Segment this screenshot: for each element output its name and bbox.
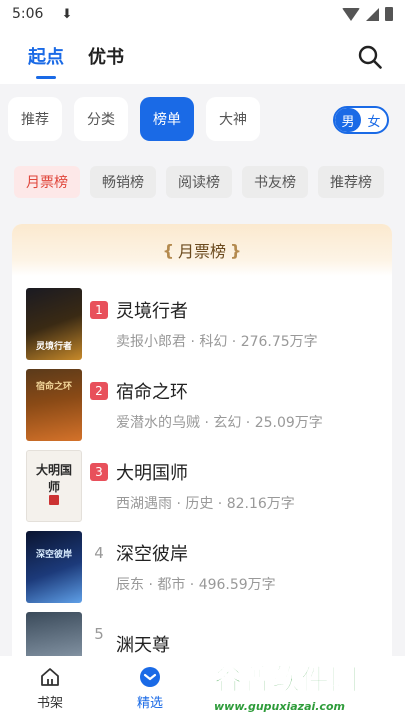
book-title: 大明国师 [116, 463, 188, 484]
book-cover: 深空彼岸 [26, 531, 82, 603]
gender-male[interactable]: 男 [335, 108, 361, 132]
top-nav: 起点 优书 [0, 28, 405, 84]
home-icon [41, 667, 59, 686]
cover-title: 深空彼岸 [35, 550, 72, 560]
book-title: 灵境行者 [116, 301, 188, 322]
rank-tabs: 月票榜 畅销榜 阅读榜 书友榜 推荐榜 [0, 166, 405, 200]
watermark-url: www.gupuxiazai.com [214, 700, 345, 713]
download-icon: ⬇ [61, 6, 73, 22]
rank-tab-monthly[interactable]: 月票榜 [14, 166, 80, 198]
gender-female[interactable]: 女 [361, 108, 387, 132]
rank-tab-recommend[interactable]: 推荐榜 [318, 166, 384, 198]
rank-badge: 1 [90, 301, 108, 319]
tab-qidian[interactable]: 起点 [28, 43, 64, 79]
gender-toggle[interactable]: 男 女 [333, 106, 389, 134]
status-time: 5:06 [12, 6, 44, 22]
cover-seal [49, 495, 59, 505]
book-cover: 大明国师 [26, 450, 82, 522]
book-title: 宿命之环 [116, 382, 188, 403]
nav-bookshelf[interactable]: 书架 [0, 656, 100, 720]
status-bar: 5:06 ⬇ [0, 0, 405, 28]
board-title: 月票榜 [177, 242, 226, 261]
rank-number: 4 [94, 544, 104, 562]
nav-featured-label: 精选 [136, 695, 163, 711]
book-meta: 卖报小郎君 · 科幻 · 276.75万字 [116, 334, 318, 350]
book-item-2[interactable]: 宿命之环 2 宿命之环 爱潜水的乌贼 · 玄幻 · 25.09万字 [26, 367, 386, 443]
rank-number: 5 [94, 625, 104, 643]
book-cover: 宿命之环 [26, 369, 82, 441]
book-title: 深空彼岸 [116, 544, 188, 565]
bracket-right-icon: } [230, 240, 242, 260]
book-cover: 灵境行者 [26, 288, 82, 360]
rank-badge: 2 [90, 382, 108, 400]
tab-youshu[interactable]: 优书 [88, 43, 124, 69]
watermark-title: 谷普软件园 [214, 663, 360, 697]
book-item-1[interactable]: 灵境行者 1 灵境行者 卖报小郎君 · 科幻 · 276.75万字 [26, 286, 386, 362]
ranking-board: { 月票榜 } 灵境行者 1 灵境行者 卖报小郎君 · 科幻 · 276.75万… [12, 224, 392, 674]
watermark-logo: 谷普软件园 www.gupuxiazai.com [214, 658, 400, 718]
cover-title: 宿命之环 [35, 382, 72, 392]
book-meta: 辰东 · 都市 · 496.59万字 [116, 577, 276, 593]
featured-icon [140, 666, 160, 687]
rank-tab-fans[interactable]: 书友榜 [242, 166, 308, 198]
category-row: 推荐 分类 榜单 大神 男 女 [0, 96, 405, 142]
cover-title: 大明国师 [35, 463, 72, 494]
search-icon[interactable] [357, 44, 383, 70]
wifi-icon [342, 7, 360, 21]
nav-featured[interactable]: 精选 [100, 656, 200, 720]
book-item-4[interactable]: 深空彼岸 4 深空彼岸 辰东 · 都市 · 496.59万字 [26, 529, 386, 605]
category-master[interactable]: 大神 [206, 97, 260, 141]
rank-badge: 3 [90, 463, 108, 481]
book-meta: 西湖遇雨 · 历史 · 82.16万字 [116, 496, 295, 512]
battery-icon [385, 7, 393, 21]
bracket-left-icon: { [162, 240, 174, 260]
book-item-3[interactable]: 大明国师 3 大明国师 西湖遇雨 · 历史 · 82.16万字 [26, 448, 386, 524]
book-title: 渊天尊 [116, 635, 170, 656]
category-recommend[interactable]: 推荐 [8, 97, 62, 141]
cover-title: 灵境行者 [35, 342, 72, 352]
rank-tab-reading[interactable]: 阅读榜 [166, 166, 232, 198]
nav-bookshelf-label: 书架 [36, 695, 63, 711]
category-classify[interactable]: 分类 [74, 97, 128, 141]
book-meta: 爱潜水的乌贼 · 玄幻 · 25.09万字 [116, 415, 323, 431]
board-header: { 月票榜 } [12, 224, 392, 276]
rank-tab-bestseller[interactable]: 畅销榜 [90, 166, 156, 198]
category-ranking[interactable]: 榜单 [140, 97, 194, 141]
signal-icon [366, 7, 379, 21]
